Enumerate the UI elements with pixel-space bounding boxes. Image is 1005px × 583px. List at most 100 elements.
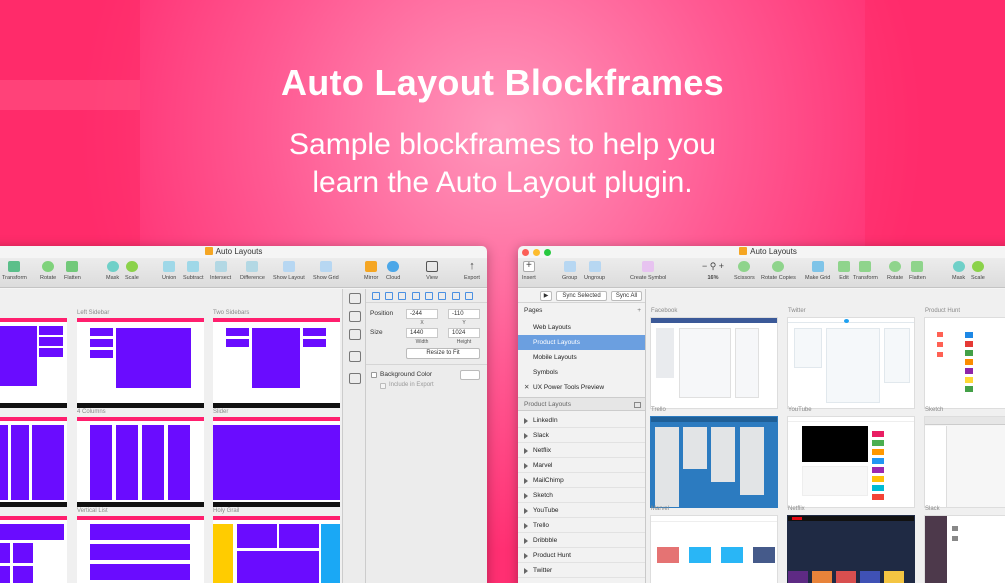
flatten-button[interactable]: Flatten xyxy=(64,261,81,281)
ungroup-button[interactable]: Ungroup xyxy=(584,261,605,281)
layer-marvel[interactable]: Marvel xyxy=(518,458,645,473)
artboard-youtube[interactable] xyxy=(787,416,915,508)
group-button[interactable]: Group xyxy=(562,261,577,281)
page-item-symbols[interactable]: Symbols xyxy=(518,365,645,380)
left-canvas[interactable]: Left Sidebar Two Sidebars 4 Columns Slid… xyxy=(0,289,342,583)
layout-list-icon[interactable] xyxy=(349,351,361,362)
create-symbol-button[interactable]: Create Symbol xyxy=(630,261,666,281)
mask-icon xyxy=(952,261,965,272)
page-item-ux-power-tools[interactable]: ✕ UX Power Tools Preview xyxy=(518,380,645,395)
distribute-vertical-icon[interactable] xyxy=(465,292,473,300)
zoom-control[interactable]: − ⚲ +16% xyxy=(698,261,728,281)
frame-two-sidebars[interactable] xyxy=(213,318,340,408)
page-item-mobile-layouts[interactable]: Mobile Layouts xyxy=(518,350,645,365)
align-bottom-icon[interactable] xyxy=(438,292,446,300)
frame-header-sidebar[interactable] xyxy=(0,318,67,408)
layer-mailchimp[interactable]: MailChimp xyxy=(518,473,645,488)
include-in-export-checkbox[interactable] xyxy=(380,383,386,389)
scissors-icon xyxy=(738,261,751,272)
artboard-netflix[interactable] xyxy=(787,515,915,583)
artboard-twitter[interactable] xyxy=(787,317,915,409)
layer-slack[interactable]: Slack xyxy=(518,428,645,443)
transform-button[interactable]: Transform xyxy=(2,261,27,281)
cloud-icon xyxy=(387,261,400,272)
sync-all-button[interactable]: Sync All xyxy=(611,291,642,301)
artboard-sketch[interactable] xyxy=(924,416,1005,508)
artboard-facebook[interactable] xyxy=(650,317,778,409)
cloud-button[interactable]: Cloud xyxy=(386,261,400,281)
collapse-layers-icon[interactable] xyxy=(634,402,641,408)
height-input[interactable]: 1024 xyxy=(448,328,480,338)
mask-button-right[interactable]: Mask xyxy=(952,261,965,281)
size-label: Size xyxy=(370,329,383,336)
rotate-icon xyxy=(889,261,902,272)
align-left-icon[interactable] xyxy=(372,292,380,300)
layer-linkedin[interactable]: LinkedIn xyxy=(518,413,645,428)
distribute-horizontal-icon[interactable] xyxy=(452,292,460,300)
page-item-web-layouts[interactable]: Web Layouts xyxy=(518,320,645,335)
difference-button[interactable]: Difference xyxy=(240,261,265,281)
show-grid-button[interactable]: Show Grid xyxy=(313,261,339,281)
canvas-label-facebook: Facebook xyxy=(651,308,678,314)
rotate-copies-button[interactable]: Rotate Copies xyxy=(761,261,796,281)
width-input[interactable]: 1440 xyxy=(406,328,438,338)
background-color-swatch[interactable] xyxy=(460,370,480,380)
resize-to-fit-button[interactable]: Resize to Fit xyxy=(406,348,480,359)
difference-icon xyxy=(246,261,259,272)
show-layout-button[interactable]: Show Layout xyxy=(273,261,305,281)
position-y-input[interactable]: -110 xyxy=(448,309,480,319)
align-right-icon[interactable] xyxy=(398,292,406,300)
artboard-slack[interactable] xyxy=(924,515,1005,583)
background-color-checkbox[interactable] xyxy=(371,372,377,378)
align-middle-icon[interactable] xyxy=(425,292,433,300)
rotate-button[interactable]: Rotate xyxy=(40,261,56,281)
transform-button-right[interactable]: Transform xyxy=(853,261,878,281)
layer-netflix[interactable]: Netflix xyxy=(518,443,645,458)
frame-slider[interactable] xyxy=(213,417,340,507)
share-icon[interactable] xyxy=(349,311,361,322)
scissors-button[interactable]: Scissors xyxy=(734,261,755,281)
mask-button[interactable]: Mask xyxy=(106,261,119,281)
play-button[interactable]: ▶ xyxy=(540,291,552,301)
flatten-button-right[interactable]: Flatten xyxy=(909,261,926,281)
intersect-button[interactable]: Intersect xyxy=(210,261,231,281)
layer-sketch[interactable]: Sketch xyxy=(518,488,645,503)
layer-trello[interactable]: Trello xyxy=(518,518,645,533)
artboard-trello[interactable] xyxy=(650,416,778,508)
sync-selected-button[interactable]: Sync Selected xyxy=(556,291,607,301)
export-button[interactable]: ↑ Export xyxy=(464,261,480,282)
frame-left-sidebar[interactable] xyxy=(77,318,204,408)
scale-button-right[interactable]: Scale xyxy=(971,261,985,281)
x-label: X xyxy=(420,320,424,326)
frame-vertical-list[interactable] xyxy=(77,516,204,583)
align-center-icon[interactable] xyxy=(385,292,393,300)
right-canvas[interactable]: Facebook Twitter Product Hunt Trello You… xyxy=(646,289,1005,583)
union-button[interactable]: Union xyxy=(162,261,176,281)
rotate-button-right[interactable]: Rotate xyxy=(887,261,903,281)
page-item-product-layouts[interactable]: Product Layouts xyxy=(518,335,645,350)
make-grid-button[interactable]: Make Grid xyxy=(805,261,830,281)
frame-columns-partial[interactable] xyxy=(0,417,67,507)
layer-product-hunt[interactable]: Product Hunt xyxy=(518,548,645,563)
collapse-icon[interactable] xyxy=(349,293,361,304)
frame-4-columns[interactable] xyxy=(77,417,204,507)
layer-youtube[interactable]: YouTube xyxy=(518,503,645,518)
artboard-product-hunt[interactable] xyxy=(924,317,1005,409)
subtract-button[interactable]: Subtract xyxy=(183,261,203,281)
artboard-marvel[interactable] xyxy=(650,515,778,583)
add-page-icon[interactable]: + xyxy=(637,304,641,318)
frame-holy-grail[interactable] xyxy=(213,516,340,583)
frame-grid-partial[interactable] xyxy=(0,516,67,583)
mirror-button[interactable]: Mirror xyxy=(364,261,378,281)
layout-grid-icon[interactable] xyxy=(349,373,361,384)
align-top-icon[interactable] xyxy=(412,292,420,300)
print-icon[interactable] xyxy=(349,329,361,340)
insert-menu[interactable]: + Insert xyxy=(522,261,536,282)
edit-button[interactable]: Edit xyxy=(838,261,850,281)
view-menu[interactable]: View xyxy=(426,261,438,281)
layer-twitter[interactable]: Twitter xyxy=(518,563,645,578)
scale-button[interactable]: Scale xyxy=(125,261,139,281)
position-x-input[interactable]: -244 xyxy=(406,309,438,319)
frame-label-holy-grail: Holy Grail xyxy=(213,508,240,514)
layer-dribbble[interactable]: Dribbble xyxy=(518,533,645,548)
